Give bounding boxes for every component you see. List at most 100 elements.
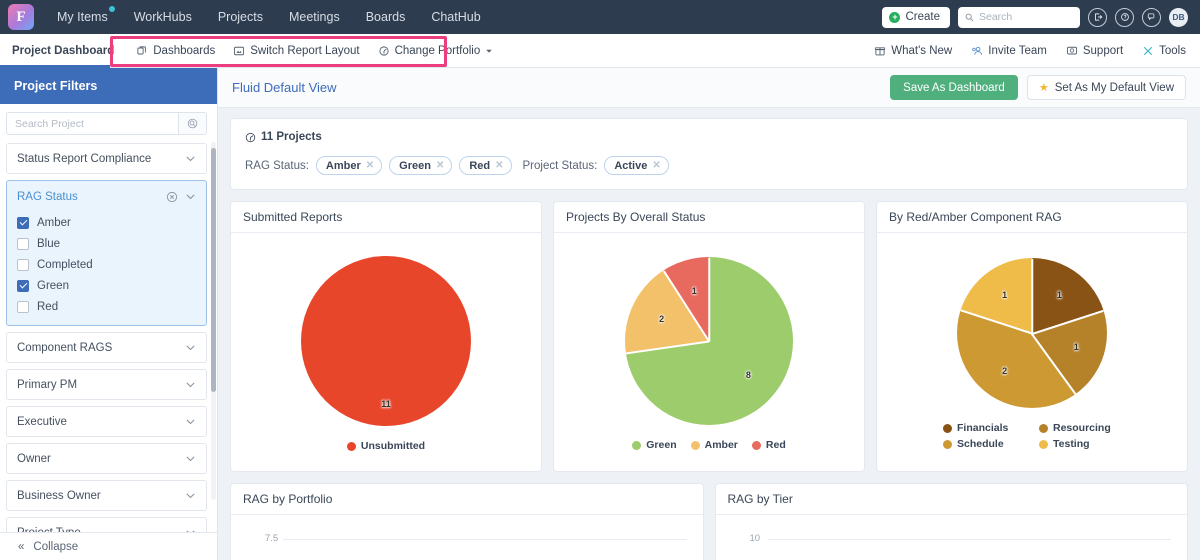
filter-label: RAG Status	[17, 190, 78, 203]
sidebar-filter-executive[interactable]: Executive	[6, 406, 207, 437]
view-toolbar: Fluid Default View Save As Dashboard ★ S…	[218, 68, 1200, 108]
chart-body: 7.5	[231, 515, 703, 560]
top-nav-actions: + Create Search DB	[882, 6, 1192, 28]
pie-slice-value: 1	[1056, 290, 1062, 301]
dashboards-icon	[137, 45, 147, 54]
legend-item[interactable]: Resourcing	[1039, 422, 1121, 434]
collapse-sidebar-button[interactable]: « Collapse	[0, 532, 217, 560]
rag-status-header[interactable]: RAG Status	[7, 181, 206, 212]
nav-link-projects[interactable]: Projects	[205, 0, 276, 34]
user-avatar[interactable]: DB	[1169, 7, 1188, 27]
chart-card-rag-by-portfolio: RAG by Portfolio 7.5	[230, 483, 704, 560]
switch-layout-icon	[234, 46, 245, 55]
filter-chip-amber[interactable]: Amber ✕	[315, 156, 383, 175]
legend-item[interactable]: Testing	[1039, 438, 1121, 450]
pie-chart-submitted-reports[interactable]: 11	[301, 256, 471, 426]
change-portfolio-button[interactable]: Change Portfolio	[378, 45, 494, 57]
gridline	[767, 539, 1171, 540]
filter-chip-active[interactable]: Active ✕	[604, 156, 669, 175]
legend-label: Financials	[957, 422, 1009, 434]
rag-option-red[interactable]: Red	[7, 296, 206, 317]
sidebar-scroll-area: Status Report Compliance RAG Status	[0, 104, 217, 532]
set-default-view-button[interactable]: ★ Set As My Default View	[1026, 75, 1186, 100]
sidebar-filter-primary-pm[interactable]: Primary PM	[6, 369, 207, 400]
legend-label: Green	[646, 439, 677, 451]
whats-new-button[interactable]: What's New	[874, 45, 952, 57]
legend-item[interactable]: Schedule	[943, 438, 1025, 450]
tools-button[interactable]: Tools	[1142, 45, 1186, 57]
chat-icon[interactable]	[1142, 7, 1161, 27]
legend-item[interactable]: Financials	[943, 422, 1025, 434]
clear-filter-icon[interactable]	[166, 191, 178, 203]
switch-report-layout-button[interactable]: Switch Report Layout	[233, 45, 360, 57]
chart-body: 8 2 1 Green Amber Red	[554, 233, 864, 471]
view-title: Fluid Default View	[232, 80, 337, 95]
chevron-down-icon[interactable]	[185, 191, 196, 202]
sidebar-filter-business-owner[interactable]: Business Owner	[6, 480, 207, 511]
remove-chip-icon[interactable]: ✕	[366, 160, 374, 171]
global-search-input[interactable]	[979, 11, 1073, 23]
plus-icon: +	[889, 11, 901, 23]
remove-chip-icon[interactable]: ✕	[652, 160, 660, 171]
gift-icon	[875, 46, 886, 55]
chart-body: 10	[716, 515, 1188, 560]
sidebar-filter-project-type[interactable]: Project Type	[6, 517, 207, 532]
global-search-box[interactable]	[958, 6, 1080, 28]
chart-title: Submitted Reports	[231, 202, 541, 233]
project-search-button[interactable]	[178, 113, 206, 134]
legend-color-dot	[943, 423, 952, 433]
checkbox-amber[interactable]	[17, 216, 29, 229]
checkbox-blue[interactable]	[17, 237, 29, 250]
sidebar-filter-owner[interactable]: Owner	[6, 443, 207, 474]
help-icon[interactable]	[1115, 7, 1134, 27]
nav-link-my-items[interactable]: My Items	[44, 0, 121, 34]
legend-item[interactable]: Amber	[690, 439, 738, 451]
legend-item[interactable]: Green	[632, 439, 677, 451]
project-search-input[interactable]	[7, 113, 178, 134]
filter-label: Owner	[17, 452, 51, 465]
invite-team-button[interactable]: Invite Team	[971, 45, 1047, 57]
nav-link-meetings[interactable]: Meetings	[276, 0, 353, 34]
pie-chart-red-amber-component-rag[interactable]: 1 1 2 1	[957, 258, 1107, 408]
filter-label: Status Report Compliance	[17, 152, 152, 165]
rag-option-completed[interactable]: Completed	[7, 254, 206, 275]
legend-label: Resourcing	[1053, 422, 1111, 434]
nav-link-boards[interactable]: Boards	[353, 0, 419, 34]
pie-chart-projects-by-overall-status[interactable]: 8 2 1	[625, 257, 793, 425]
legend-item[interactable]: Red	[751, 439, 786, 451]
sidebar-filter-component-rags[interactable]: Component RAGS	[6, 332, 207, 363]
support-icon	[1066, 46, 1077, 54]
chevron-down-icon	[186, 345, 195, 351]
chart-title: RAG by Portfolio	[231, 484, 703, 515]
filter-chip-green[interactable]: Green ✕	[389, 156, 453, 175]
top-navigation-bar: F My Items WorkHubs Projects Meetings Bo…	[0, 0, 1200, 34]
create-button[interactable]: + Create	[882, 6, 950, 28]
sidebar-filter-status-report-compliance[interactable]: Status Report Compliance	[6, 143, 207, 174]
sidebar-filter-rag-status[interactable]: RAG Status Amber Blue Completed Green Re…	[6, 180, 207, 326]
rag-option-amber[interactable]: Amber	[7, 212, 206, 233]
sidebar-scrollbar-thumb[interactable]	[211, 148, 216, 392]
legend-item[interactable]: Unsubmitted	[346, 440, 425, 452]
rag-option-blue[interactable]: Blue	[7, 233, 206, 254]
filter-label: Executive	[17, 415, 67, 428]
save-as-dashboard-button[interactable]: Save As Dashboard	[890, 75, 1018, 100]
pie-slice-value: 2	[659, 314, 665, 325]
remove-chip-icon[interactable]: ✕	[495, 160, 503, 171]
pie-slice-value: 11	[381, 398, 391, 409]
dashboards-button[interactable]: Dashboards	[136, 45, 215, 57]
app-logo[interactable]: F	[8, 4, 34, 30]
pie-slice-divider	[1031, 333, 1077, 395]
nav-link-workhubs[interactable]: WorkHubs	[121, 0, 205, 34]
remove-chip-icon[interactable]: ✕	[436, 160, 444, 171]
project-search-box[interactable]	[6, 112, 207, 135]
logout-icon[interactable]	[1088, 7, 1107, 27]
rag-option-green[interactable]: Green	[7, 275, 206, 296]
checkbox-completed[interactable]	[17, 258, 29, 271]
chip-label: Green	[399, 159, 431, 172]
checkbox-green[interactable]	[17, 279, 29, 292]
filter-chip-red[interactable]: Red ✕	[459, 156, 512, 175]
nav-link-chathub[interactable]: ChatHub	[418, 0, 493, 34]
search-icon	[965, 13, 974, 21]
support-button[interactable]: Support	[1066, 45, 1123, 57]
checkbox-red[interactable]	[17, 300, 29, 313]
